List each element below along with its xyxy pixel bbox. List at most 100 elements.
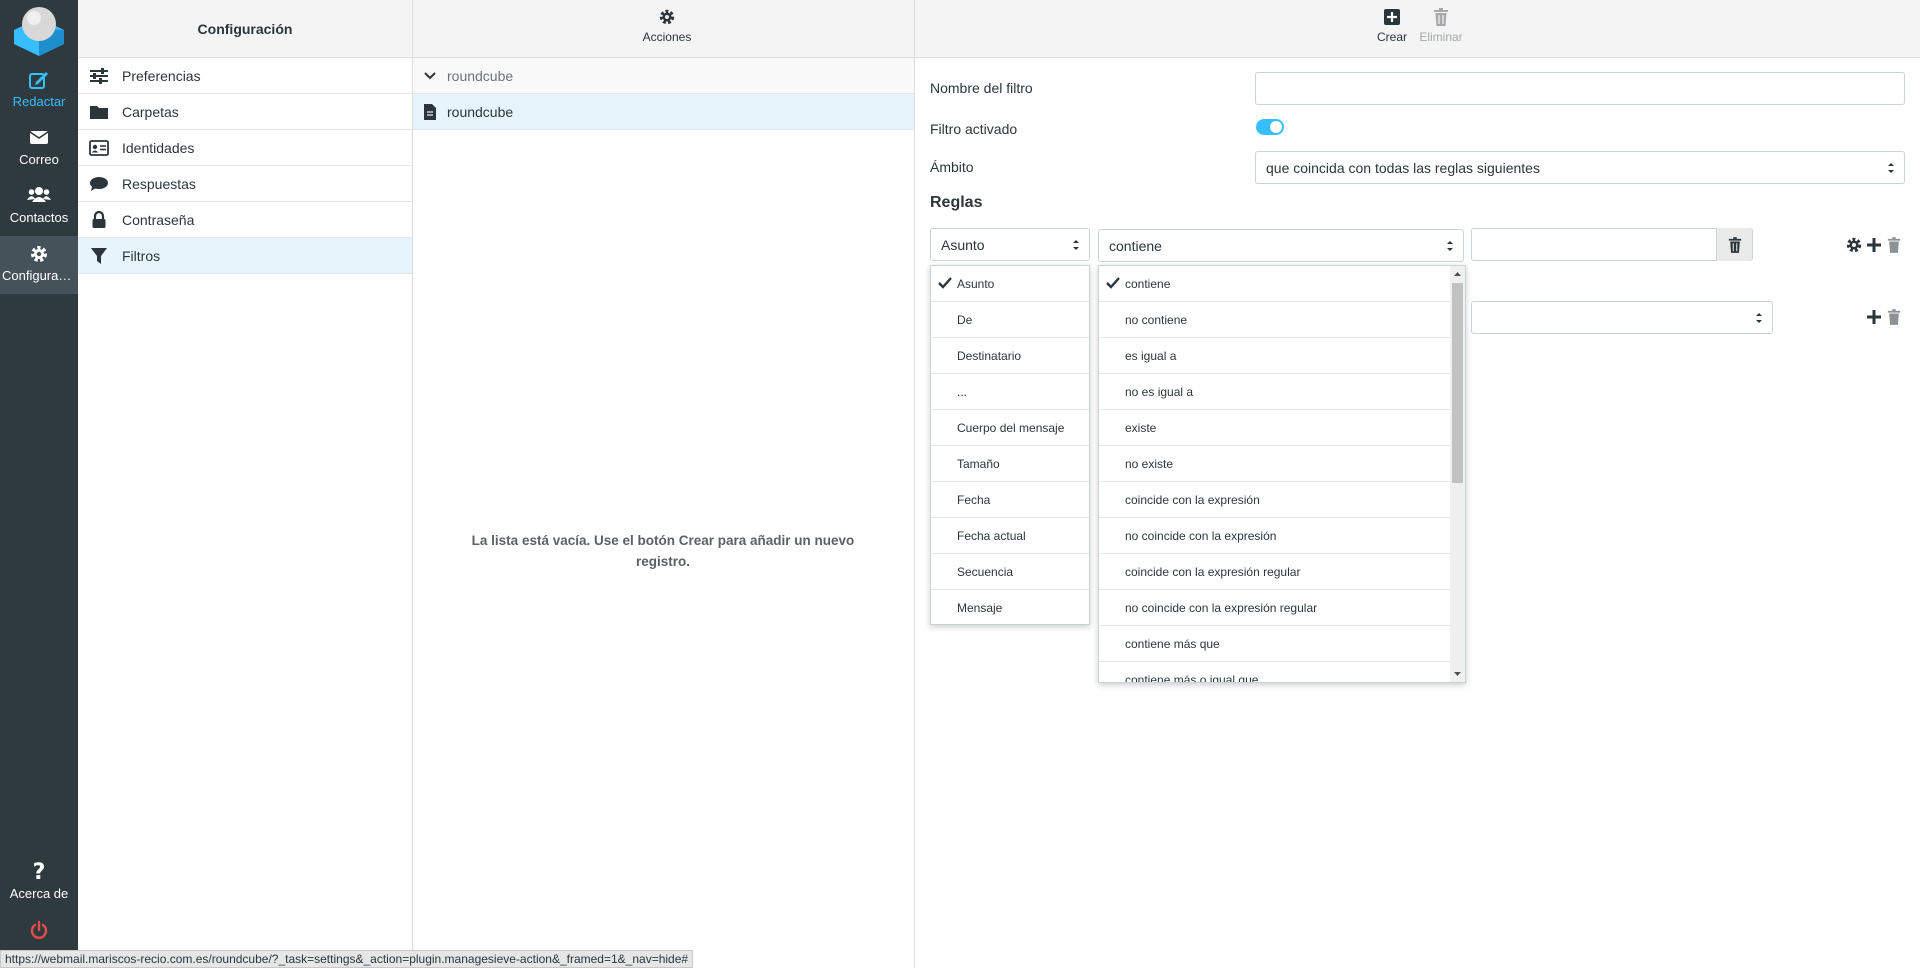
header-option[interactable]: Fecha actual <box>931 518 1089 554</box>
rule-add-button[interactable] <box>1865 236 1883 254</box>
plus-icon <box>1867 310 1881 324</box>
nav-compose[interactable]: Redactar <box>0 62 78 120</box>
rule-advanced-button[interactable] <box>1845 236 1863 254</box>
scroll-up-icon[interactable] <box>1453 270 1462 279</box>
operator-option[interactable]: existe <box>1099 410 1465 446</box>
scope-select-value: que coincida con todas las reglas siguie… <box>1266 159 1540 176</box>
operator-option-label: no coincide con la expresión regular <box>1125 600 1318 615</box>
filter-name-input[interactable] <box>1255 72 1905 105</box>
rule-value-input[interactable] <box>1471 228 1753 261</box>
operator-option[interactable]: no coincide con la expresión regular <box>1099 590 1465 626</box>
nav-settings[interactable]: Configuraci... <box>0 236 78 294</box>
operator-option[interactable]: coincide con la expresión regular <box>1099 554 1465 590</box>
scope-label: Ámbito <box>930 159 974 175</box>
operator-option[interactable]: coincide con la expresión <box>1099 482 1465 518</box>
nav-about-label: Acerca de <box>9 886 69 901</box>
operator-option[interactable]: es igual a <box>1099 338 1465 374</box>
question-icon: ? <box>32 860 46 885</box>
operator-option[interactable]: no coincide con la expresión <box>1099 518 1465 554</box>
actions-button[interactable]: Acciones <box>637 8 697 44</box>
operator-option-label: no existe <box>1125 456 1174 471</box>
header-option-label: Destinatario <box>957 348 1022 363</box>
header-option[interactable]: Secuencia <box>931 554 1089 590</box>
settings-item-filters[interactable]: Filtros <box>78 238 412 274</box>
actions-label: Acciones <box>642 30 692 44</box>
header-option-label: Secuencia <box>957 564 1014 579</box>
envelope-icon <box>0 128 78 150</box>
gear-icon <box>1846 237 1862 253</box>
comment-icon <box>88 175 110 193</box>
select-arrows-icon <box>1073 240 1079 250</box>
action-select[interactable] <box>1471 301 1773 334</box>
settings-item-password[interactable]: Contraseña <box>78 202 412 238</box>
gear-icon <box>0 244 78 266</box>
operator-dropdown-scrollbar[interactable] <box>1450 266 1465 682</box>
scope-select[interactable]: que coincida con todas las reglas siguie… <box>1255 151 1905 184</box>
rule-operator-select[interactable]: contiene <box>1098 229 1464 262</box>
folder-icon <box>88 103 110 121</box>
filter-enabled-toggle[interactable] <box>1256 119 1284 135</box>
settings-item-responses[interactable]: Respuestas <box>78 166 412 202</box>
operator-option-label: no contiene <box>1125 312 1188 327</box>
trash-icon <box>1415 8 1467 30</box>
settings-item-label: Respuestas <box>122 175 196 192</box>
header-option-label: Cuerpo del mensaje <box>957 420 1065 435</box>
operator-option-label: coincide con la expresión <box>1125 492 1260 507</box>
filter-sets-panel: Acciones roundcube roundcube La lista es… <box>413 0 915 968</box>
operator-option[interactable]: no es igual a <box>1099 374 1465 410</box>
settings-panel: Configuración Preferencias Carpetas Iden… <box>78 0 413 968</box>
operator-option[interactable]: contiene más que <box>1099 626 1465 662</box>
settings-item-preferences[interactable]: Preferencias <box>78 58 412 94</box>
operator-option[interactable]: no contiene <box>1099 302 1465 338</box>
trash-icon <box>1887 309 1901 325</box>
filters-header: Acciones <box>413 0 914 58</box>
settings-header: Configuración <box>78 0 412 58</box>
nav-contacts[interactable]: Contactos <box>0 178 78 236</box>
operator-option[interactable]: no existe <box>1099 446 1465 482</box>
power-icon <box>0 920 78 942</box>
settings-item-folders[interactable]: Carpetas <box>78 94 412 130</box>
filter-set-group[interactable]: roundcube <box>413 58 914 94</box>
filter-icon <box>88 247 110 265</box>
rule-delete-button[interactable] <box>1885 236 1903 254</box>
nav-about[interactable]: ? Acerca de <box>0 854 78 912</box>
header-option[interactable]: Cuerpo del mensaje <box>931 410 1089 446</box>
action-delete-button[interactable] <box>1885 308 1903 326</box>
filter-set-label: roundcube <box>447 103 514 120</box>
scroll-down-icon[interactable] <box>1453 669 1462 678</box>
create-button[interactable]: Crear <box>1372 8 1412 44</box>
settings-item-label: Carpetas <box>122 103 179 120</box>
header-option[interactable]: De <box>931 302 1089 338</box>
action-add-button[interactable] <box>1865 308 1883 326</box>
file-icon <box>421 103 439 120</box>
operator-option[interactable]: contiene <box>1099 266 1465 302</box>
operator-option[interactable]: contiene más o igual que <box>1099 662 1465 683</box>
rule-header-value: Asunto <box>941 236 985 253</box>
header-option[interactable]: Asunto <box>931 266 1089 302</box>
rule-value-clear-button[interactable] <box>1716 228 1752 261</box>
empty-list-message: La lista está vacía. Use el botón Crear … <box>471 533 855 569</box>
select-arrows-icon <box>1888 163 1894 173</box>
roundcube-logo[interactable] <box>12 4 66 56</box>
header-option-label: De <box>957 312 973 327</box>
plus-icon <box>1867 238 1881 252</box>
scroll-thumb[interactable] <box>1452 283 1463 483</box>
trash-icon <box>1728 236 1741 253</box>
header-option[interactable]: Fecha <box>931 482 1089 518</box>
rule-header-select[interactable]: Asunto <box>930 228 1090 261</box>
delete-button[interactable]: Eliminar <box>1415 8 1467 44</box>
header-option[interactable]: ... <box>931 374 1089 410</box>
header-option[interactable]: Destinatario <box>931 338 1089 374</box>
select-arrows-icon <box>1756 313 1762 323</box>
rule-operator-value: contiene <box>1109 237 1162 254</box>
operator-option-label: es igual a <box>1125 348 1177 363</box>
settings-item-label: Filtros <box>122 247 161 264</box>
header-option[interactable]: Tamaño <box>931 446 1089 482</box>
settings-item-identities[interactable]: Identidades <box>78 130 412 166</box>
nav-mail[interactable]: Correo <box>0 120 78 178</box>
create-label: Crear <box>1376 30 1407 44</box>
nav-settings-label: Configuraci... <box>2 268 78 283</box>
header-option[interactable]: Mensaje <box>931 590 1089 624</box>
filter-set-item[interactable]: roundcube <box>413 94 914 130</box>
settings-item-label: Preferencias <box>122 67 201 84</box>
